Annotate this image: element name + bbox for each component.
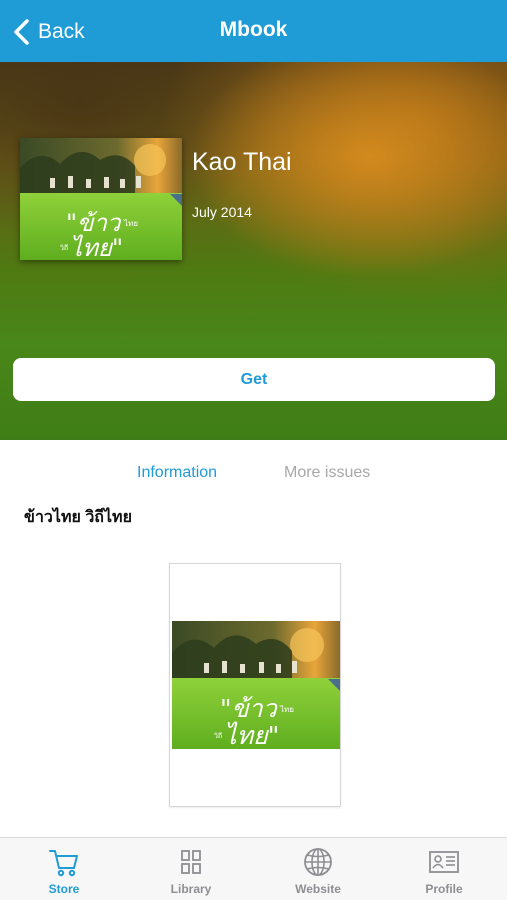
cover-image: "ข้าว ไทย ไทย" วิถี (20, 138, 182, 260)
id-card-icon (429, 851, 459, 873)
tabbar-item-website[interactable]: Website (255, 838, 381, 900)
bottom-tab-bar: Store Library Website Profile (0, 837, 507, 900)
svg-text:"ข้าว: "ข้าว (220, 694, 279, 723)
tab-more-issues[interactable]: More issues (284, 464, 370, 482)
get-button[interactable]: Get (13, 358, 495, 401)
hero-banner: "ข้าว ไทย ไทย" วิถี Kao Thai July 2014 G… (0, 62, 507, 440)
tabbar-label-website: Website (295, 882, 341, 896)
back-label: Back (38, 20, 85, 43)
svg-text:ไทย: ไทย (279, 705, 294, 714)
grid-icon (181, 850, 201, 874)
back-button[interactable]: Back (12, 14, 85, 50)
magazine-title: Kao Thai (192, 148, 292, 176)
tabbar-label-store: Store (48, 882, 80, 896)
tabbar-item-profile[interactable]: Profile (381, 838, 507, 900)
description-text: ข้าวไทย วิถีไทย (24, 509, 132, 526)
svg-text:วิถี: วิถี (60, 244, 68, 252)
magazine-date: July 2014 (192, 204, 252, 220)
tabbar-item-store[interactable]: Store (1, 838, 127, 900)
globe-icon (304, 848, 332, 876)
svg-text:วิถี: วิถี (214, 732, 222, 740)
tabbar-label-library: Library (170, 882, 212, 896)
segment-tabs: Information More issues (0, 440, 507, 500)
nav-bar: Back Mbook (0, 0, 507, 62)
svg-text:"ข้าว: "ข้าว (66, 209, 122, 237)
tabbar-item-library[interactable]: Library (128, 838, 254, 900)
page-preview[interactable]: "ข้าว ไทย ไทย" วิถี (169, 563, 341, 807)
chevron-left-icon (14, 19, 29, 45)
tab-information[interactable]: Information (137, 464, 217, 482)
svg-text:ไทย: ไทย (123, 219, 138, 228)
svg-text:ไทย": ไทย" (224, 721, 279, 749)
preview-image: "ข้าว ไทย ไทย" วิถี (172, 621, 340, 749)
preview-cover-image: "ข้าว ไทย ไทย" วิถี (172, 621, 340, 749)
cart-icon (49, 850, 78, 877)
svg-text:ไทย": ไทย" (70, 234, 123, 260)
tabbar-label-profile: Profile (425, 882, 463, 896)
magazine-cover[interactable]: "ข้าว ไทย ไทย" วิถี (20, 138, 182, 260)
